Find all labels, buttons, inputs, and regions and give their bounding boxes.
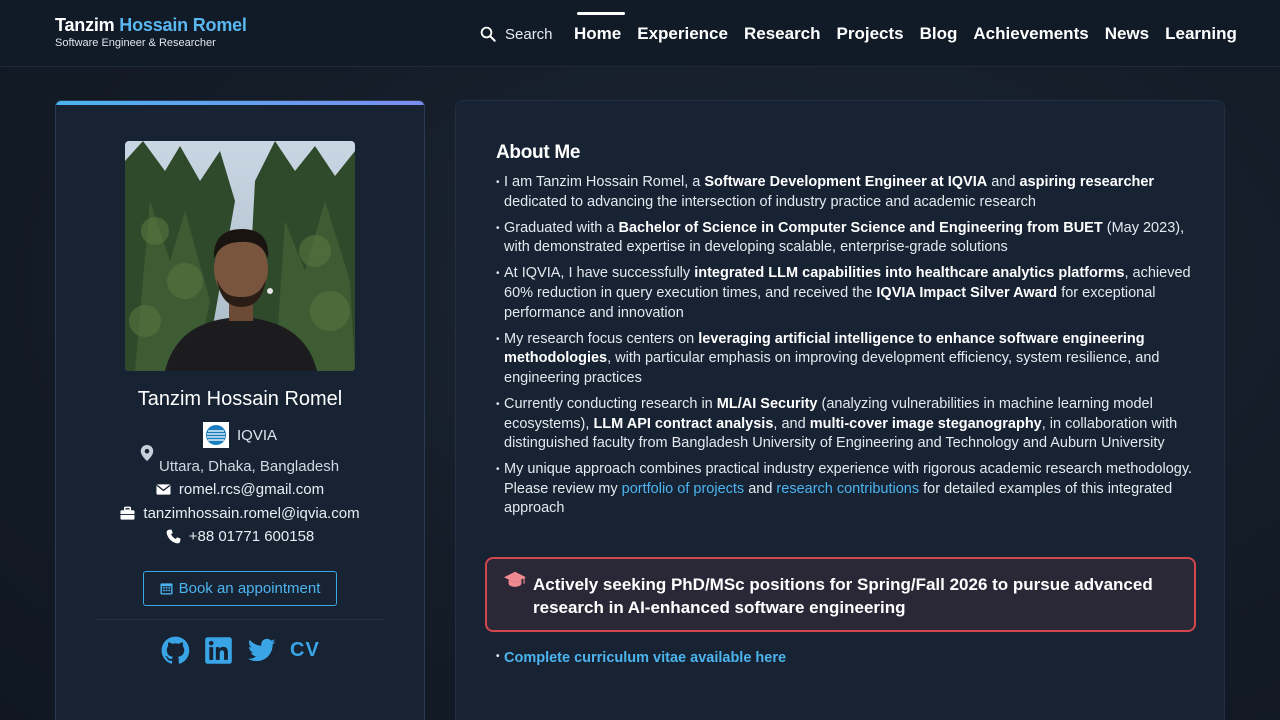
bullet-text: and: [987, 174, 1020, 190]
alert-text: Actively seeking PhD/MSc positions for S…: [533, 575, 1153, 617]
github-icon[interactable]: [161, 636, 190, 665]
book-appointment-label: Book an appointment: [178, 580, 321, 597]
about-bullet-approach: My unique approach combines practical in…: [496, 460, 1196, 519]
bullet-text: I am Tanzim Hossain Romel, a: [504, 174, 705, 190]
about-bullets: I am Tanzim Hossain Romel, a Software De…: [496, 173, 1196, 526]
nav-home[interactable]: Home: [574, 12, 626, 44]
profile-name: Tanzim Hossain Romel: [137, 388, 343, 410]
brand-last-name[interactable]: Hossain Romel: [119, 15, 247, 35]
nav-projects[interactable]: Projects: [837, 24, 904, 44]
email-text[interactable]: romel.rcs@gmail.com: [179, 481, 324, 498]
bullet-text: and: [744, 480, 777, 497]
research-contributions-link[interactable]: research contributions: [776, 481, 919, 497]
about-bullet-current-research: Currently conducting research in ML/AI S…: [496, 395, 1196, 454]
bullet-emphasis: integrated LLM capabilities into healthc…: [694, 265, 1125, 282]
bullet-emphasis: multi-cover image steganography: [809, 415, 1042, 432]
organization-name: IQVIA: [237, 426, 278, 444]
about-bullet-education: Graduated with a Bachelor of Science in …: [496, 219, 1196, 258]
profile-card: Tanzim Hossain Romel IQVIA Uttara, Dhaka…: [55, 100, 425, 720]
about-bullet-role: I am Tanzim Hossain Romel, a Software De…: [496, 173, 1196, 212]
nav-research[interactable]: Research: [744, 24, 821, 44]
bullet-emphasis: IQVIA Impact Silver Award: [876, 284, 1058, 301]
card-divider: [96, 619, 384, 620]
briefcase-icon: [120, 506, 135, 520]
search-button[interactable]: Search: [479, 24, 553, 44]
contact-email[interactable]: romel.rcs@gmail.com: [56, 481, 424, 498]
bullet-text: My research focus centers on: [504, 330, 699, 347]
cv-link[interactable]: CV: [290, 639, 320, 662]
profile-photo: [125, 141, 355, 371]
brand-subtitle: Software Engineer & Researcher: [55, 37, 216, 49]
bullet-emphasis: aspiring researcher: [1019, 174, 1155, 190]
curriculum-vitae-link[interactable]: Complete curriculum vitae available here: [496, 650, 786, 666]
contact-phone[interactable]: +88 01771 600158: [56, 528, 424, 545]
portfolio-link[interactable]: portfolio of projects: [622, 481, 745, 497]
twitter-icon[interactable]: [247, 636, 276, 665]
nav-achievements[interactable]: Achievements: [973, 24, 1088, 44]
iqvia-logo-icon: [203, 422, 229, 448]
book-appointment-button[interactable]: Book an appointment: [143, 571, 337, 606]
envelope-icon: [156, 484, 171, 495]
phone-icon: [166, 529, 181, 544]
linkedin-icon[interactable]: [204, 636, 233, 665]
brand-first-name[interactable]: Tanzim: [55, 15, 115, 35]
nav-learning[interactable]: Learning: [1165, 24, 1237, 44]
about-bullet-iqvia: At IQVIA, I have successfully integrated…: [496, 264, 1196, 323]
nav-news[interactable]: News: [1105, 24, 1149, 44]
about-card: About Me I am Tanzim Hossain Romel, a So…: [455, 100, 1225, 720]
search-label: Search: [505, 25, 553, 43]
social-links: CV: [161, 636, 320, 665]
nav-blog[interactable]: Blog: [920, 24, 958, 44]
top-navbar: Tanzim Hossain Romel Software Engineer &…: [0, 0, 1280, 67]
organization: IQVIA: [203, 422, 277, 448]
about-title: About Me: [496, 142, 581, 163]
bullet-text: Currently conducting research in: [504, 395, 717, 412]
site-brand[interactable]: Tanzim Hossain Romel Software Engineer &…: [55, 15, 247, 49]
bullet-text: , and: [773, 415, 810, 432]
phd-seeking-alert: Actively seeking PhD/MSc positions for S…: [485, 557, 1196, 632]
bullet-emphasis: Bachelor of Science in Computer Science …: [618, 219, 1103, 236]
calendar-icon: [160, 583, 173, 595]
bullet-emphasis: Software Development Engineer at IQVIA: [704, 174, 988, 190]
search-icon: [480, 26, 496, 42]
bullet-text: At IQVIA, I have successfully: [504, 265, 695, 282]
graduation-cap-icon: [504, 571, 526, 587]
bullet-text: Graduated with a: [504, 219, 619, 236]
about-bullet-research-focus: My research focus centers on leveraging …: [496, 330, 1196, 389]
contact-work-email[interactable]: tanzimhossain.romel@iqvia.com: [56, 505, 424, 522]
bullet-emphasis: LLM API contract analysis: [593, 415, 774, 432]
nav-experience[interactable]: Experience: [637, 24, 728, 44]
map-marker-icon: [140, 445, 154, 461]
main-nav: Home Experience Research Projects Blog A…: [574, 12, 1253, 44]
bullet-emphasis: ML/AI Security: [716, 395, 818, 412]
bullet-text: dedicated to advancing the intersection …: [504, 193, 1036, 210]
work-email-text[interactable]: tanzimhossain.romel@iqvia.com: [143, 505, 359, 522]
profile-location: Uttara, Dhaka, Bangladesh: [159, 458, 340, 475]
phone-text[interactable]: +88 01771 600158: [189, 528, 315, 545]
brand-name[interactable]: Tanzim Hossain Romel: [55, 15, 247, 36]
